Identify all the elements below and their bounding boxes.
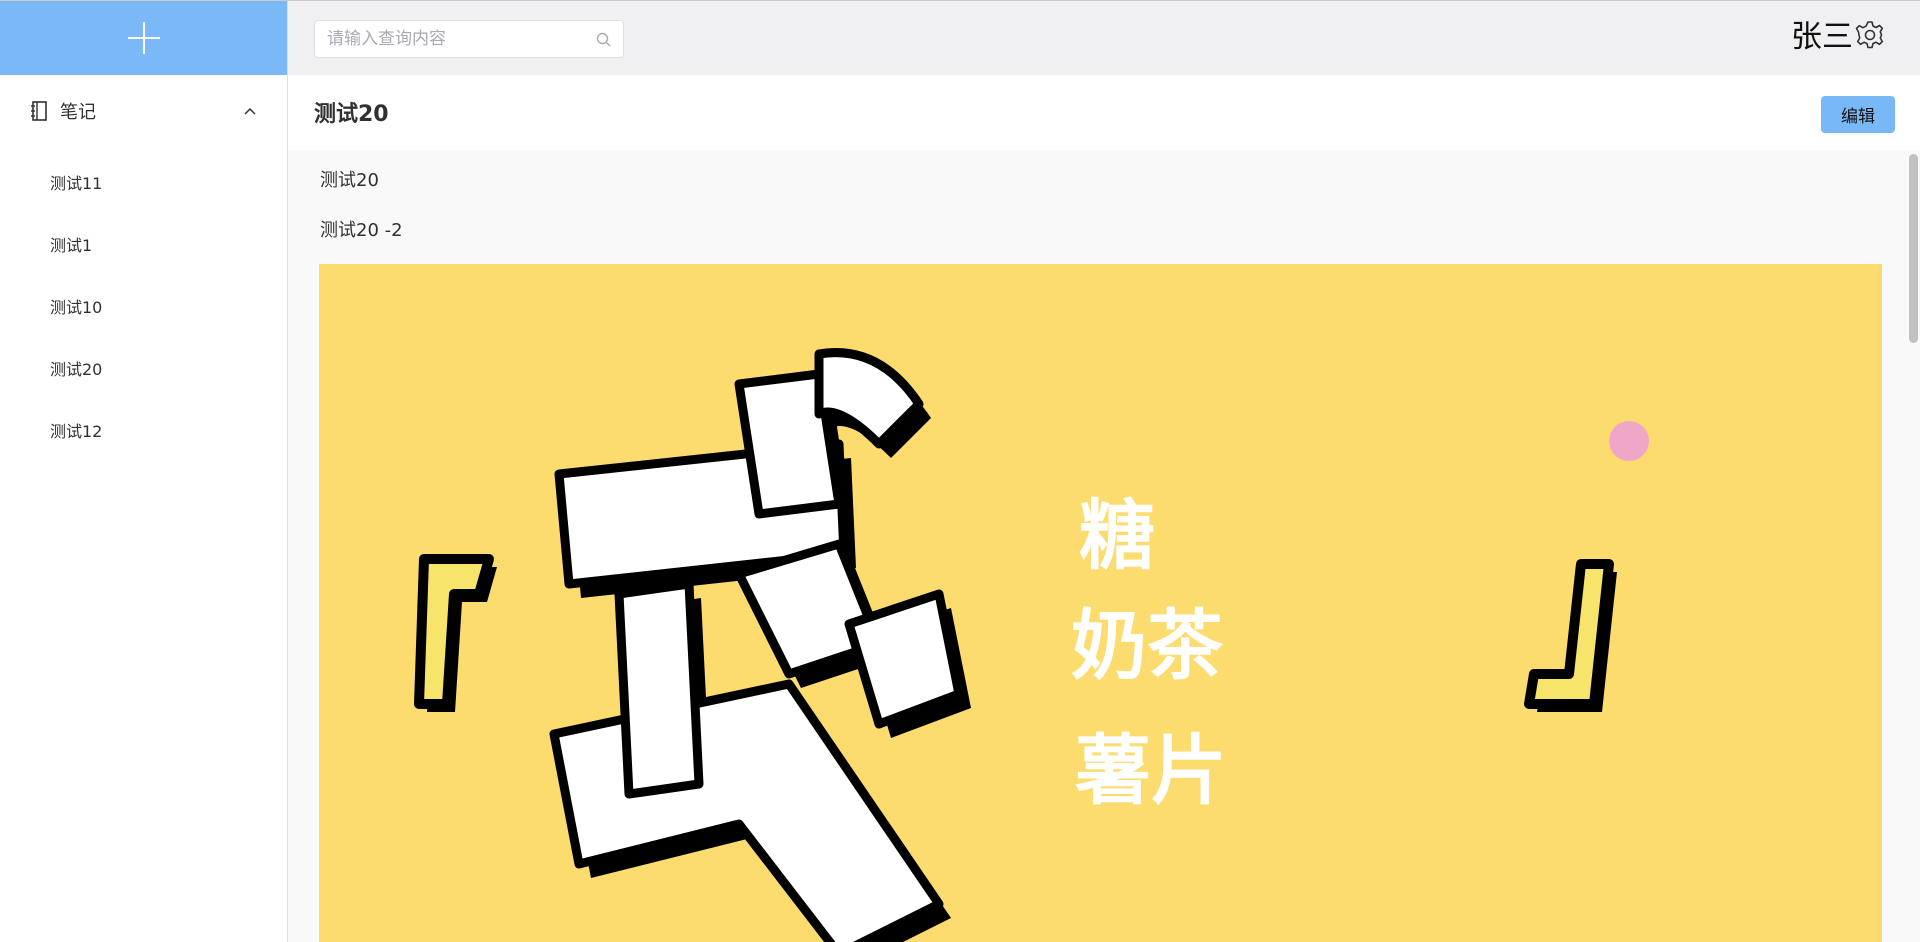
sidebar-item-note[interactable]: 测试1 <box>0 213 287 275</box>
sidebar-item-note[interactable]: 测试11 <box>0 151 287 213</box>
sidebar-item-note[interactable]: 测试10 <box>0 275 287 337</box>
edit-button[interactable]: 编辑 <box>1821 96 1895 133</box>
notes-list: 测试11 测试1 测试10 测试20 测试12 <box>0 146 287 461</box>
search-input[interactable] <box>327 21 587 57</box>
poster-item-text: 糖 <box>1079 491 1155 580</box>
poster-item-text: 薯片 <box>1075 726 1227 815</box>
content-line: 测试20 <box>320 170 379 191</box>
sidebar-item-label: 测试20 <box>50 360 103 379</box>
document-content: 测试20 测试20 -2 糖 奶茶 薯片 <box>288 150 1920 942</box>
content-scrollbar[interactable] <box>1909 154 1918 343</box>
notes-menu-title: 笔记 <box>60 101 96 123</box>
big-character-graphic <box>549 348 971 942</box>
window-top-border <box>0 0 1920 1</box>
sidebar-item-label: 测试12 <box>50 422 103 441</box>
poster-item-text: 奶茶 <box>1071 601 1223 690</box>
sidebar: 笔记 测试11 测试1 测试10 测试20 测试12 <box>0 0 288 942</box>
sidebar-item-label: 测试10 <box>50 298 103 317</box>
main-area: 张三 测试20 编辑 测试20 测试20 -2 <box>288 0 1920 942</box>
left-bracket-graphic <box>414 554 497 712</box>
sidebar-item-label: 测试11 <box>50 174 103 193</box>
chevron-up-icon[interactable] <box>243 106 257 116</box>
sidebar-item-note[interactable]: 测试12 <box>0 399 287 461</box>
sidebar-item-note[interactable]: 测试20 <box>0 337 287 399</box>
plus-icon <box>127 21 160 54</box>
notes-menu-header[interactable]: 笔记 <box>0 75 287 146</box>
document-header: 测试20 编辑 <box>288 75 1920 151</box>
document-title: 测试20 <box>314 102 389 127</box>
gear-icon[interactable] <box>1855 20 1885 50</box>
right-bracket-graphic <box>1524 559 1617 712</box>
search-icon[interactable] <box>596 32 611 47</box>
notebook-icon <box>31 100 47 121</box>
sidebar-item-label: 测试1 <box>50 236 93 255</box>
add-note-button[interactable] <box>0 0 287 75</box>
embedded-image: 糖 奶茶 薯片 <box>319 264 1882 942</box>
content-line: 测试20 -2 <box>320 220 403 241</box>
search-box[interactable] <box>314 20 624 58</box>
floating-assistant-badge[interactable] <box>1609 421 1649 461</box>
top-bar: 张三 <box>288 0 1920 75</box>
user-name[interactable]: 张三 <box>1791 18 1853 56</box>
